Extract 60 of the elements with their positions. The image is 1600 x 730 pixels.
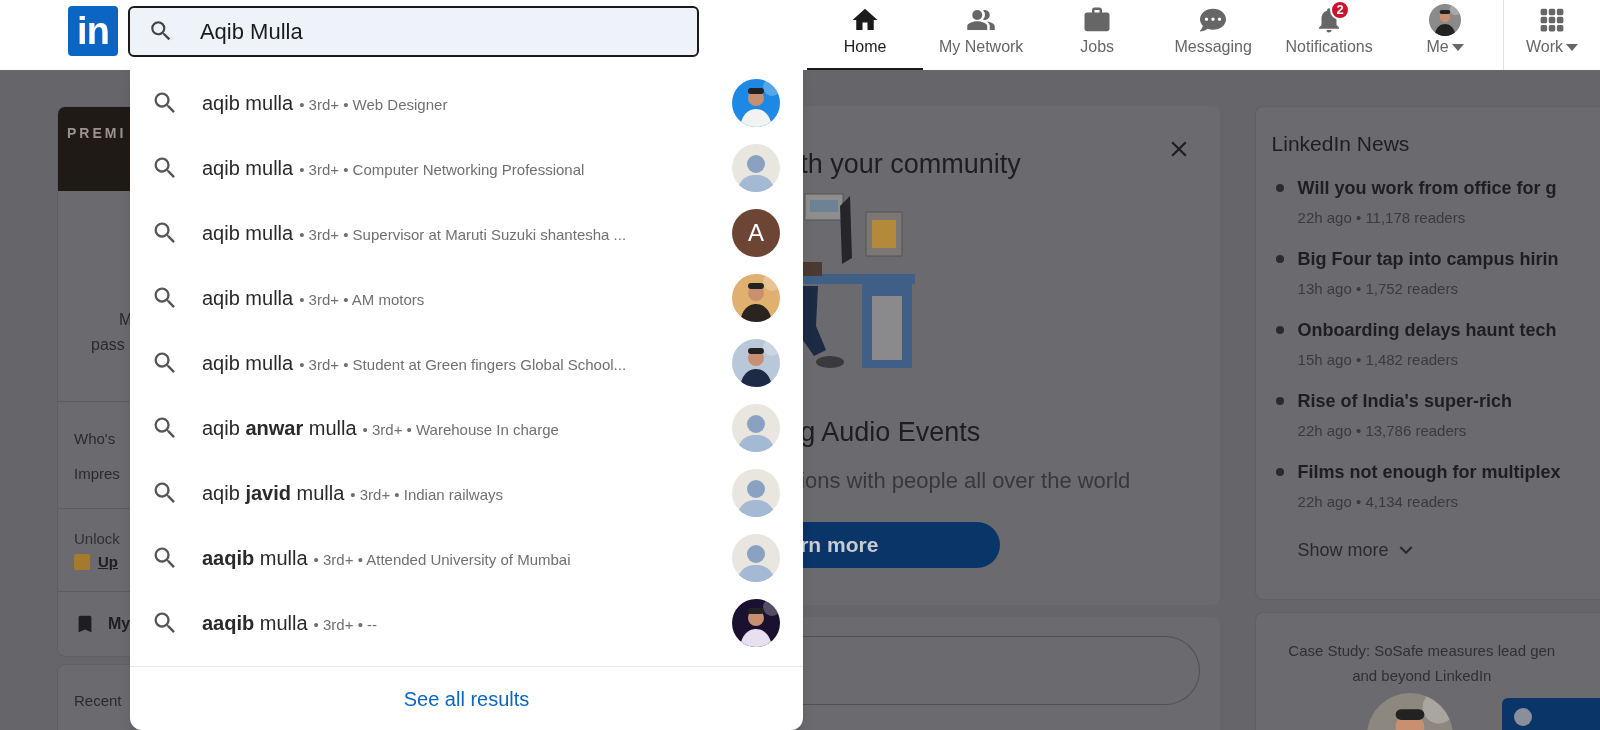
suggestion-meta: • 3rd+ • Supervisor at Maruti Suzuki shantesha ...	[299, 225, 627, 246]
suggestion-name: aaqib mulla	[202, 610, 308, 636]
suggestion-meta: • 3rd+ • Web Designer	[299, 95, 448, 116]
profile-text: pass	[90, 335, 126, 355]
suggestion-item[interactable]: aqib mulla • 3rd+ • Supervisor at Maruti Suzuki shantesha ... A	[130, 200, 803, 266]
person-avatar-icon	[732, 404, 780, 452]
bullet-icon	[1275, 184, 1284, 192]
suggestion-name: aqib mulla	[202, 351, 294, 377]
premium-icon	[74, 553, 90, 570]
news-headline[interactable]: Onboarding delays haunt tech	[1297, 316, 1557, 344]
news-headline[interactable]: Rise of India's super-rich	[1297, 387, 1512, 415]
letter-avatar: A	[732, 209, 780, 258]
nav-item[interactable]: Messaging	[1155, 0, 1272, 70]
suggestion-item[interactable]: aqib mulla • 3rd+ • AM motors	[130, 265, 803, 331]
nav-item[interactable]: 2 Notifications	[1271, 0, 1388, 70]
person-avatar-icon	[732, 144, 780, 193]
ad-text: Case Study: SoSafe measures lead gen	[1288, 641, 1556, 661]
suggestion-name: aaqib mulla	[202, 545, 308, 571]
grid-icon	[1539, 7, 1566, 33]
suggestion-item[interactable]: aaqib mulla • 3rd+ • Attended University of Mumbai	[130, 525, 803, 591]
unlock-text: Unlock	[74, 529, 121, 549]
work-menu[interactable]: Work	[1504, 0, 1600, 70]
person-avatar-icon	[732, 533, 780, 582]
suggestion-item[interactable]: aaqib mulla • 3rd+ • --	[130, 590, 803, 656]
suggestion-meta: • 3rd+ • Attended University of Mumbai	[313, 549, 571, 570]
suggestion-name: aqib anwar mulla	[202, 416, 357, 441]
recent-heading: Recent	[74, 692, 122, 709]
suggestion-meta: • 3rd+ • Student at Green fingers Global School...	[299, 355, 627, 376]
suggestion-meta: • 3rd+ • --	[313, 614, 378, 635]
nav-item[interactable]: My Network	[923, 0, 1040, 70]
suggestion-meta: • 3rd+ • Computer Networking Professional	[299, 160, 585, 181]
suggestion-name: aqib mulla	[202, 286, 294, 312]
saved-items-link[interactable]: My	[108, 612, 131, 636]
nav-item[interactable]: Me	[1387, 0, 1504, 70]
suggestion-item[interactable]: aqib mulla • 3rd+ • Student at Green fingers Global School...	[130, 330, 803, 396]
logo[interactable]: in	[68, 6, 118, 56]
chat-bubble-icon	[1200, 7, 1227, 33]
notification-badge: 2	[1330, 0, 1351, 20]
bullet-icon	[1275, 326, 1284, 334]
ad-text: and beyond LinkedIn	[1352, 666, 1492, 686]
news-heading: LinkedIn News	[1271, 131, 1411, 157]
bullet-icon	[1275, 468, 1284, 476]
suggestion-item[interactable]: aqib anwar mulla • 3rd+ • Warehouse In charge	[130, 395, 803, 461]
upgrade-link[interactable]: Up	[98, 550, 118, 573]
nav-item[interactable]: Home	[807, 0, 924, 70]
search-field[interactable]: Aqib Mulla	[127, 6, 700, 57]
suggestion-meta: • 3rd+ • Indian railways	[350, 484, 503, 505]
suggestion-name: aqib mulla	[202, 221, 294, 247]
news-headline[interactable]: Will you work from office for g	[1297, 174, 1557, 202]
bullet-icon	[1275, 397, 1284, 405]
suggestion-name: aqib javid mulla	[202, 480, 345, 506]
person-avatar-icon	[732, 468, 780, 517]
news-headline[interactable]: Films not enough for multiplex	[1297, 458, 1561, 486]
see-all-results-link[interactable]: See all results	[403, 683, 530, 714]
suggestion-item[interactable]: aqib javid mulla • 3rd+ • Indian railways	[130, 460, 803, 526]
suggestion-meta: • 3rd+ • AM motors	[299, 290, 425, 311]
bullet-icon	[1275, 255, 1284, 263]
suggestion-meta: • 3rd+ • Warehouse In charge	[362, 420, 559, 440]
nav-item[interactable]: Jobs	[1039, 0, 1156, 70]
news-headline[interactable]: Big Four tap into campus hirin	[1297, 245, 1559, 273]
